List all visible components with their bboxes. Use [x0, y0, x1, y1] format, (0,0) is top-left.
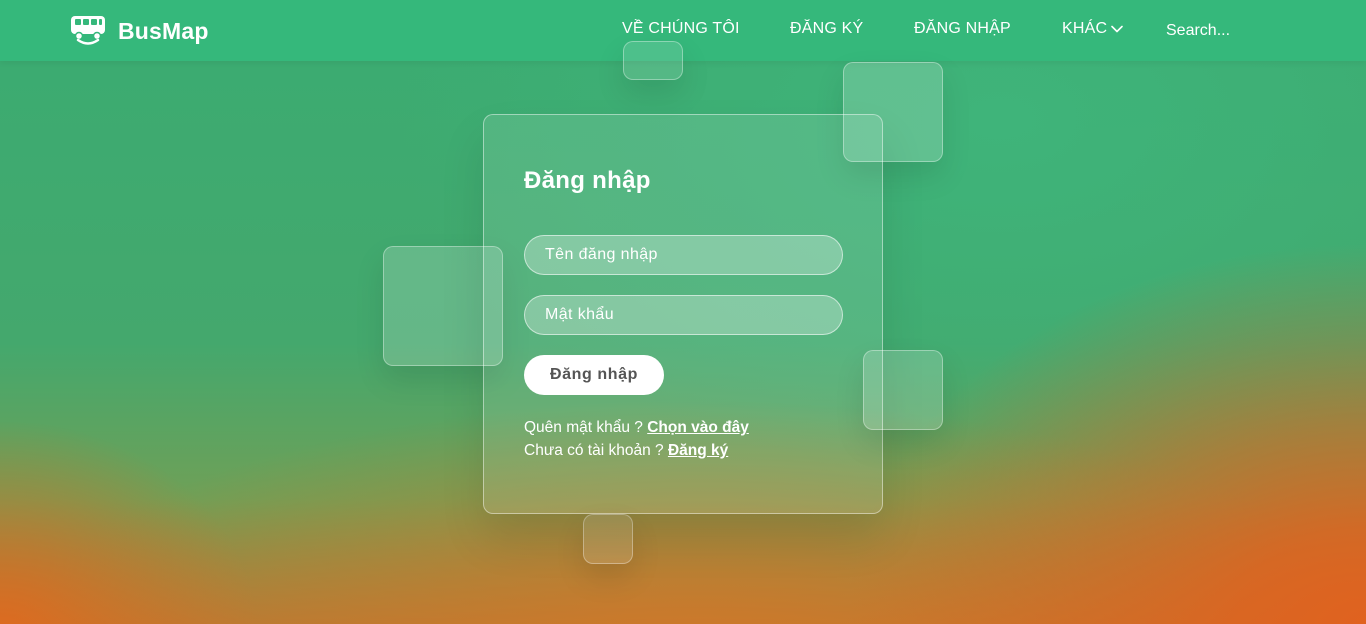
username-input[interactable] — [524, 235, 843, 275]
nav-login[interactable]: ĐĂNG NHẬP — [914, 20, 1011, 38]
forgot-password-text: Quên mật khẩu ? — [524, 419, 648, 436]
nav-about[interactable]: VỀ CHÚNG TÔI — [622, 20, 740, 38]
navbar: BusMap VỀ CHÚNG TÔI ĐĂNG KÝ ĐĂNG NHẬP KH… — [0, 0, 1366, 61]
nav-more-label: KHÁC — [1062, 20, 1108, 37]
bus-icon — [70, 13, 106, 50]
search-input[interactable] — [1166, 19, 1296, 43]
decorative-glass-square — [583, 514, 633, 564]
login-submit-button[interactable]: Đăng nhập — [524, 355, 664, 395]
forgot-password-link[interactable]: Chọn vào đây — [647, 419, 749, 436]
register-text: Chưa có tài khoản ? — [524, 442, 668, 459]
register-line: Chưa có tài khoản ? Đăng ký — [524, 442, 728, 460]
logo[interactable]: BusMap — [70, 14, 209, 48]
nav-register[interactable]: ĐĂNG KÝ — [790, 20, 863, 38]
chevron-down-icon — [1111, 20, 1124, 38]
forgot-password-line: Quên mật khẩu ? Chọn vào đây — [524, 419, 749, 437]
password-input[interactable] — [524, 295, 843, 335]
login-title: Đăng nhập — [524, 167, 651, 194]
login-card: Đăng nhập Đăng nhập Quên mật khẩu ? Chọn… — [483, 114, 883, 514]
decorative-glass-square — [863, 350, 943, 430]
logo-text: BusMap — [118, 17, 209, 44]
decorative-glass-square — [623, 41, 683, 80]
register-link[interactable]: Đăng ký — [668, 442, 728, 459]
nav-more[interactable]: KHÁC — [1062, 20, 1124, 38]
